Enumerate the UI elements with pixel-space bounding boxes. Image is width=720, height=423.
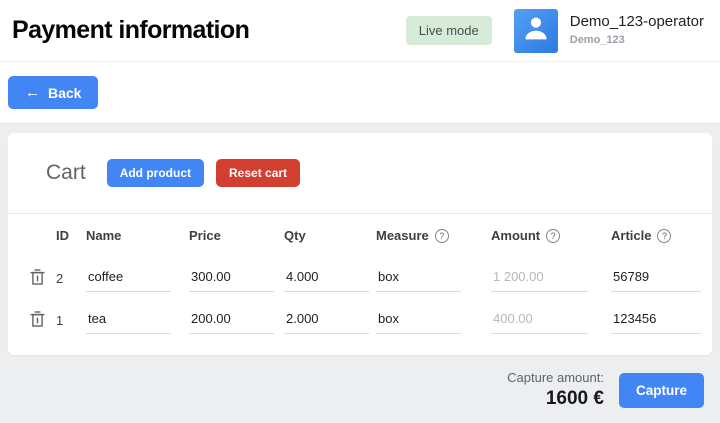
qty-input[interactable]	[284, 265, 369, 292]
name-input[interactable]	[86, 307, 171, 334]
article-input[interactable]	[611, 307, 701, 334]
column-name: Name	[86, 228, 189, 243]
user-name: Demo_123-operator	[570, 13, 704, 32]
name-input[interactable]	[86, 265, 171, 292]
capture-amount-value: 1600 €	[507, 388, 604, 410]
column-article: Article ?	[611, 228, 702, 243]
column-article-label: Article	[611, 228, 651, 243]
column-amount: Amount ?	[491, 228, 611, 243]
back-button-label: Back	[48, 85, 81, 101]
amount-input	[491, 307, 588, 334]
price-input[interactable]	[189, 265, 274, 292]
trash-icon	[30, 311, 45, 330]
price-input[interactable]	[189, 307, 274, 334]
back-button[interactable]: ← Back	[8, 76, 98, 109]
column-id: ID	[56, 228, 86, 243]
trash-icon	[30, 269, 45, 288]
measure-input[interactable]	[376, 265, 461, 292]
delete-row-button[interactable]	[30, 311, 56, 330]
cart-header: Cart Add product Reset cart	[8, 133, 712, 214]
capture-amount-label: Capture amount:	[507, 370, 604, 385]
add-product-button[interactable]: Add product	[107, 159, 204, 187]
reset-cart-button[interactable]: Reset cart	[216, 159, 300, 187]
delete-row-button[interactable]	[30, 269, 56, 288]
card-bottom-padding	[8, 341, 712, 355]
column-amount-label: Amount	[491, 228, 540, 243]
row-id: 1	[56, 313, 86, 328]
user-avatar-icon	[519, 11, 553, 50]
app-header: Payment information Live mode Demo_123-o…	[0, 0, 720, 62]
capture-footer: Capture amount: 1600 € Capture	[8, 355, 712, 410]
table-row: 1	[8, 299, 712, 341]
article-input[interactable]	[611, 265, 701, 292]
column-measure: Measure ?	[376, 228, 491, 243]
avatar[interactable]	[514, 9, 558, 53]
user-account: Demo_123	[570, 34, 704, 48]
help-icon[interactable]: ?	[657, 229, 671, 243]
amount-input	[491, 265, 588, 292]
capture-amount-block: Capture amount: 1600 €	[507, 370, 604, 410]
live-mode-badge: Live mode	[406, 16, 492, 45]
back-arrow-icon: ←	[25, 84, 40, 101]
user-block[interactable]: Demo_123-operator Demo_123	[570, 13, 704, 48]
capture-button[interactable]: Capture	[619, 373, 704, 408]
column-qty: Qty	[284, 228, 376, 243]
cart-table-header: ID Name Price Qty Measure ? Amount ? Art…	[8, 214, 712, 257]
help-icon[interactable]: ?	[435, 229, 449, 243]
table-row: 2	[8, 257, 712, 299]
toolbar: ← Back	[0, 62, 720, 124]
cart-card: Cart Add product Reset cart ID Name Pric…	[8, 133, 712, 355]
cart-title: Cart	[46, 161, 86, 185]
main-area: Cart Add product Reset cart ID Name Pric…	[0, 124, 720, 410]
row-id: 2	[56, 271, 86, 286]
column-measure-label: Measure	[376, 228, 429, 243]
column-price: Price	[189, 228, 284, 243]
page-title: Payment information	[12, 16, 249, 45]
measure-input[interactable]	[376, 307, 461, 334]
qty-input[interactable]	[284, 307, 369, 334]
help-icon[interactable]: ?	[546, 229, 560, 243]
